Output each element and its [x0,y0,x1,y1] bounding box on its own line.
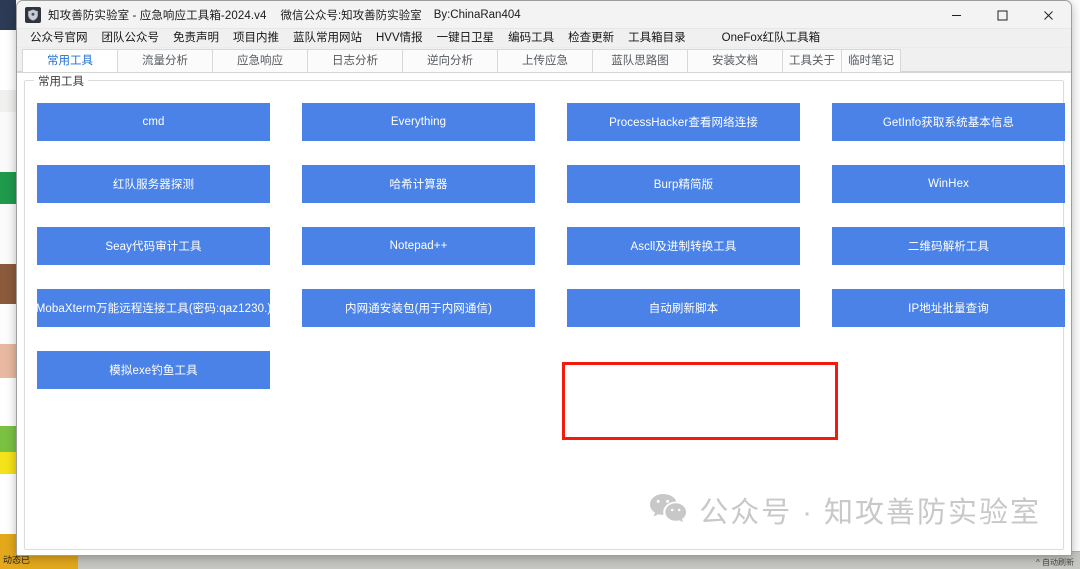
window-subtitle: 微信公众号:知攻善防实验室 [280,9,422,22]
bg-left-chip-4 [0,112,16,172]
tool-button-grid: cmd Everything ProcessHacker查看网络连接 GetIn… [37,103,1065,389]
tab-traffic-analysis[interactable]: 流量分析 [117,49,213,72]
tab-reverse-analysis[interactable]: 逆向分析 [402,49,498,72]
window-controls [933,1,1071,29]
tool-button-hash-calculator[interactable]: 哈希计算器 [302,165,535,203]
tool-button-auto-refresh-script[interactable]: 自动刷新脚本 [567,289,800,327]
menu-item-onefox[interactable]: OneFox红队工具箱 [715,29,827,47]
tab-notes[interactable]: 临时笔记 [841,49,901,72]
menu-item-blue-team-sites[interactable]: 蓝队常用网站 [286,29,369,47]
groupbox-legend: 常用工具 [34,73,88,89]
tool-button-ascii-converter[interactable]: Ascll及进制转换工具 [567,227,800,265]
window-author: By:ChinaRan404 [433,8,521,21]
tool-button-intranet-installer[interactable]: 内网通安装包(用于内网通信) [302,289,535,327]
shield-icon [25,6,41,23]
bg-left-chip-14 [0,534,16,552]
tab-content-panel: 常用工具 cmd Everything ProcessHacker查看网络连接 … [17,72,1071,555]
bg-left-chip-1 [0,0,16,30]
bg-left-chip-3 [0,90,16,112]
tool-button-ip-batch-query[interactable]: IP地址批量查询 [832,289,1065,327]
tab-upload-response[interactable]: 上传应急 [497,49,593,72]
bg-left-chip-8 [0,304,16,344]
bg-left-chip-9 [0,344,16,378]
application-window: 知攻善防实验室 - 应急响应工具箱-2024.v4 微信公众号:知攻善防实验室 … [16,0,1072,556]
system-tray[interactable]: ^ 自动刷新 [1036,557,1074,568]
menu-item-check-update[interactable]: 检查更新 [561,29,621,47]
bg-left-chip-5 [0,172,16,204]
menu-item-disclaimer[interactable]: 免责声明 [166,29,226,47]
tab-strip: 常用工具 流量分析 应急响应 日志分析 逆向分析 上传应急 蓝队思路图 安装文档… [17,48,1071,72]
menu-item-referral[interactable]: 项目内推 [226,29,286,47]
bg-left-chip-13 [0,474,16,534]
window-title: 知攻善防实验室 - 应急响应工具箱-2024.v4 [48,9,267,22]
menu-item-hvv-intel[interactable]: HVV情报 [369,29,430,47]
tool-button-winhex[interactable]: WinHex [832,165,1065,203]
tool-button-mobaxterm[interactable]: MobaXterm万能远程连接工具(密码:qaz1230.) [37,289,270,327]
menu-item-official-site[interactable]: 公众号官网 [23,29,95,47]
tool-button-getinfo[interactable]: GetInfo获取系统基本信息 [832,103,1065,141]
menu-item-team-account[interactable]: 团队公众号 [95,29,167,47]
tool-button-seay-audit[interactable]: Seay代码审计工具 [37,227,270,265]
tab-common-tools[interactable]: 常用工具 [22,49,118,72]
wechat-icon [649,492,687,529]
tab-blue-team-map[interactable]: 蓝队思路图 [592,49,688,72]
tool-button-notepadpp[interactable]: Notepad++ [302,227,535,265]
tool-button-cmd[interactable]: cmd [37,103,270,141]
close-icon[interactable] [1025,1,1071,29]
bg-left-chip-7 [0,264,16,304]
bg-left-chip-12 [0,452,16,474]
maximize-icon[interactable] [979,1,1025,29]
tool-button-everything[interactable]: Everything [302,103,535,141]
tool-button-red-team-scan[interactable]: 红队服务器探测 [37,165,270,203]
tool-button-processhacker[interactable]: ProcessHacker查看网络连接 [567,103,800,141]
tool-button-qrcode-parser[interactable]: 二维码解析工具 [832,227,1065,265]
tab-log-analysis[interactable]: 日志分析 [307,49,403,72]
menu-bar: 公众号官网 团队公众号 免责声明 项目内推 蓝队常用网站 HVV情报 一键日卫星… [17,29,1071,48]
watermark-text: 公众号 · 知攻善防实验室 [699,497,1041,529]
bg-left-chip-6 [0,204,16,264]
common-tools-groupbox: 常用工具 cmd Everything ProcessHacker查看网络连接 … [24,73,1065,550]
bg-left-chip-2 [0,30,16,90]
minimize-icon[interactable] [933,1,979,29]
tool-button-exe-phishing[interactable]: 模拟exe钓鱼工具 [37,351,270,389]
tool-button-burp-lite[interactable]: Burp精简版 [567,165,800,203]
menu-item-satellite[interactable]: 一键日卫星 [430,29,502,47]
tab-incident-response[interactable]: 应急响应 [212,49,308,72]
menu-item-encoding-tools[interactable]: 编码工具 [501,29,561,47]
tab-about[interactable]: 工具关于 [782,49,842,72]
bg-left-chip-10 [0,378,16,426]
title-bar[interactable]: 知攻善防实验室 - 应急响应工具箱-2024.v4 微信公众号:知攻善防实验室 … [17,1,1071,29]
menu-item-toolbox-dir[interactable]: 工具箱目录 [621,29,693,47]
bg-left-chip-11 [0,426,16,452]
watermark: 公众号 · 知攻善防实验室 [649,489,1041,531]
tab-install-docs[interactable]: 安装文档 [687,49,783,72]
